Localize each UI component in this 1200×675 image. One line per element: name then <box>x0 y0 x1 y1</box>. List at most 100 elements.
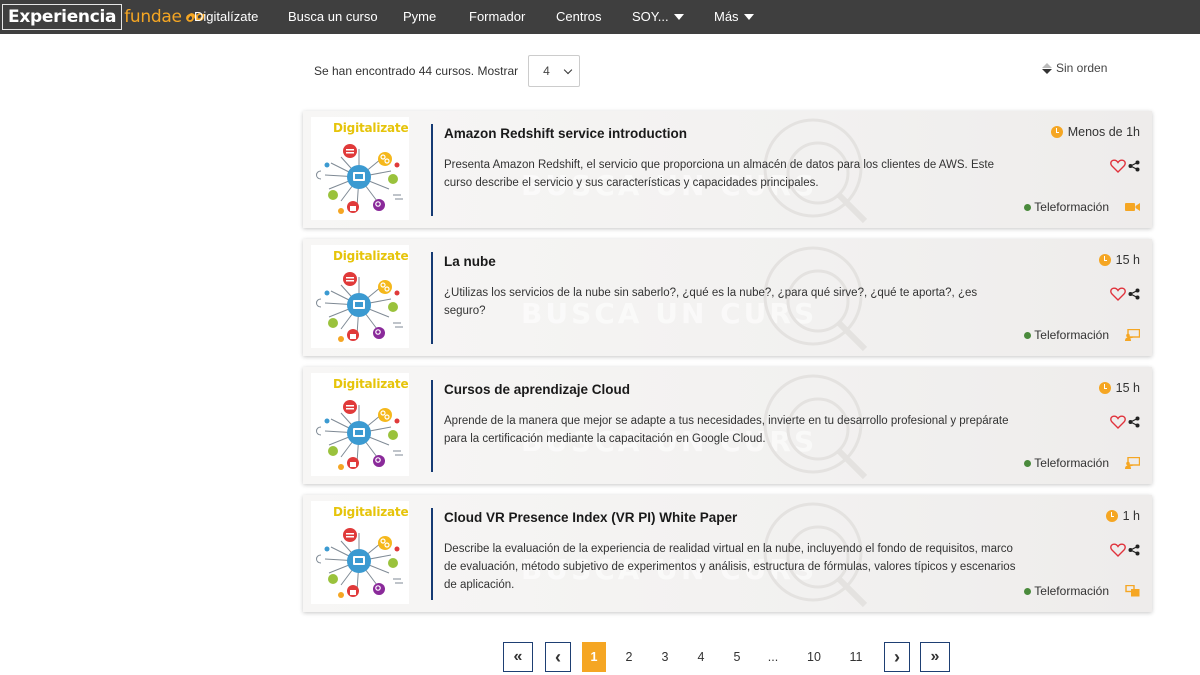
course-card[interactable]: BUSCA UN CURS Digitalizate <box>303 495 1152 612</box>
pagination-next-button[interactable]: › <box>884 642 910 672</box>
thumbnail-label: Digitalizate <box>333 505 409 519</box>
course-card[interactable]: BUSCA UN CURS Digitalizate <box>303 111 1152 228</box>
logo-box: Experiencia <box>2 4 123 30</box>
pagination-page-10[interactable]: 10 <box>802 642 826 672</box>
course-duration: 15 h <box>1098 381 1140 395</box>
pagination-last-button[interactable]: » <box>920 642 950 672</box>
video-camera-icon <box>1125 203 1140 211</box>
course-duration: 1 h <box>1105 509 1140 523</box>
clock-icon <box>1098 382 1111 394</box>
course-modality: Teleformación <box>1024 456 1140 470</box>
online-status-dot <box>1024 203 1032 211</box>
course-description: Presenta Amazon Redshift, el servicio qu… <box>444 159 994 189</box>
course-thumbnail[interactable]: Digitalizate <box>311 245 409 348</box>
card-separator <box>431 380 433 472</box>
pagination-page-2[interactable]: 2 <box>617 642 641 672</box>
course-description: Aprende de la manera que mejor se adapte… <box>444 415 1009 445</box>
heart-icon[interactable] <box>1110 159 1126 173</box>
sort-control[interactable]: Sin orden <box>1042 61 1107 75</box>
results-count-text: Se han encontrado 44 cursos. Mostrar <box>314 64 519 78</box>
presentation-icon <box>1125 329 1140 341</box>
heart-icon[interactable] <box>1110 543 1126 557</box>
caret-down-icon <box>743 13 754 20</box>
course-thumbnail[interactable]: Digitalizate <box>311 373 409 476</box>
course-modality: Teleformación <box>1024 200 1140 214</box>
modality-text: Teleformación <box>1034 328 1109 342</box>
nav-item-digitalizate[interactable]: Digitalízate <box>194 0 258 34</box>
course-actions <box>1110 543 1140 557</box>
site-logo[interactable]: Experiencia fundae <box>0 0 206 34</box>
logo-text-light: fundae <box>124 7 182 27</box>
course-title[interactable]: La nube <box>444 254 496 269</box>
heart-icon[interactable] <box>1110 415 1126 429</box>
sort-label: Sin orden <box>1056 61 1108 75</box>
logo-text-strong: Experiencia <box>8 7 117 27</box>
pagination-page-4[interactable]: 4 <box>689 642 713 672</box>
duration-text: 15 h <box>1115 253 1140 267</box>
pagination-page-5[interactable]: 5 <box>725 642 749 672</box>
card-separator <box>431 252 433 344</box>
clock-icon <box>1098 254 1111 266</box>
modality-text: Teleformación <box>1034 200 1109 214</box>
nav-item-soy-dropdown[interactable]: SOY... <box>632 0 684 34</box>
sort-icon <box>1042 62 1052 74</box>
pagination-first-button[interactable]: « <box>503 642 533 672</box>
course-card[interactable]: BUSCA UN CURS Digitalizate <box>303 367 1152 484</box>
nav-item-centros[interactable]: Centros <box>556 0 602 34</box>
thumbnail-label: Digitalizate <box>333 377 409 391</box>
modality-text: Teleformación <box>1034 456 1109 470</box>
digital-network-illustration-icon <box>316 400 403 470</box>
card-separator <box>431 124 433 216</box>
course-card[interactable]: BUSCA UN CURS Digitalizate <box>303 239 1152 356</box>
presentation-icon <box>1125 457 1140 469</box>
course-actions <box>1110 415 1140 429</box>
course-description: ¿Utilizas los servicios de la nube sin s… <box>444 287 978 317</box>
share-icon[interactable] <box>1128 544 1140 556</box>
pagination-page-current[interactable]: 1 <box>582 642 606 672</box>
online-status-dot <box>1024 331 1032 339</box>
clock-icon <box>1050 126 1063 138</box>
course-actions <box>1110 159 1140 173</box>
share-icon[interactable] <box>1128 416 1140 428</box>
digital-network-illustration-icon <box>316 144 403 214</box>
pagination-ellipsis: ... <box>767 650 779 664</box>
nav-item-pyme[interactable]: Pyme <box>403 0 436 34</box>
course-modality: Teleformación <box>1024 584 1140 598</box>
results-summary-bar: Se han encontrado 44 cursos. Mostrar 4 <box>314 55 581 87</box>
modality-text: Teleformación <box>1034 584 1109 598</box>
caret-down-icon <box>673 13 684 20</box>
nav-item-mas-dropdown[interactable]: Más <box>714 0 754 34</box>
course-duration: 15 h <box>1098 253 1140 267</box>
thumbnail-label: Digitalizate <box>333 249 409 263</box>
nav-item-formador[interactable]: Formador <box>469 0 525 34</box>
course-modality: Teleformación <box>1024 328 1140 342</box>
pagination-page-3[interactable]: 3 <box>653 642 677 672</box>
show-count-value: 4 <box>543 64 550 78</box>
share-icon[interactable] <box>1128 160 1140 172</box>
documents-icon <box>1125 585 1140 597</box>
share-icon[interactable] <box>1128 288 1140 300</box>
digital-network-illustration-icon <box>316 272 403 342</box>
course-actions <box>1110 287 1140 301</box>
heart-icon[interactable] <box>1110 287 1126 301</box>
course-thumbnail[interactable]: Digitalizate <box>311 501 409 604</box>
pagination-page-11[interactable]: 11 <box>844 642 868 672</box>
chevron-down-icon <box>563 65 573 74</box>
digital-network-illustration-icon <box>316 528 403 598</box>
pagination-prev-button[interactable]: ‹ <box>545 642 571 672</box>
course-title[interactable]: Cloud VR Presence Index (VR PI) White Pa… <box>444 510 737 525</box>
course-description: Describe la evaluación de la experiencia… <box>444 543 1016 591</box>
course-thumbnail[interactable]: Digitalizate <box>311 117 409 220</box>
course-title[interactable]: Amazon Redshift service introduction <box>444 126 687 141</box>
clock-icon <box>1105 510 1118 522</box>
top-navigation: Experiencia fundae Digitalízate Busca un… <box>0 0 1200 34</box>
course-title[interactable]: Cursos de aprendizaje Cloud <box>444 382 630 397</box>
show-count-select[interactable]: 4 <box>528 55 581 87</box>
duration-text: Menos de 1h <box>1067 125 1140 139</box>
thumbnail-label: Digitalizate <box>333 121 409 135</box>
duration-text: 15 h <box>1115 381 1140 395</box>
course-duration: Menos de 1h <box>1050 125 1140 139</box>
online-status-dot <box>1024 587 1032 595</box>
nav-item-busca-un-curso[interactable]: Busca un curso <box>288 0 378 34</box>
duration-text: 1 h <box>1122 509 1140 523</box>
